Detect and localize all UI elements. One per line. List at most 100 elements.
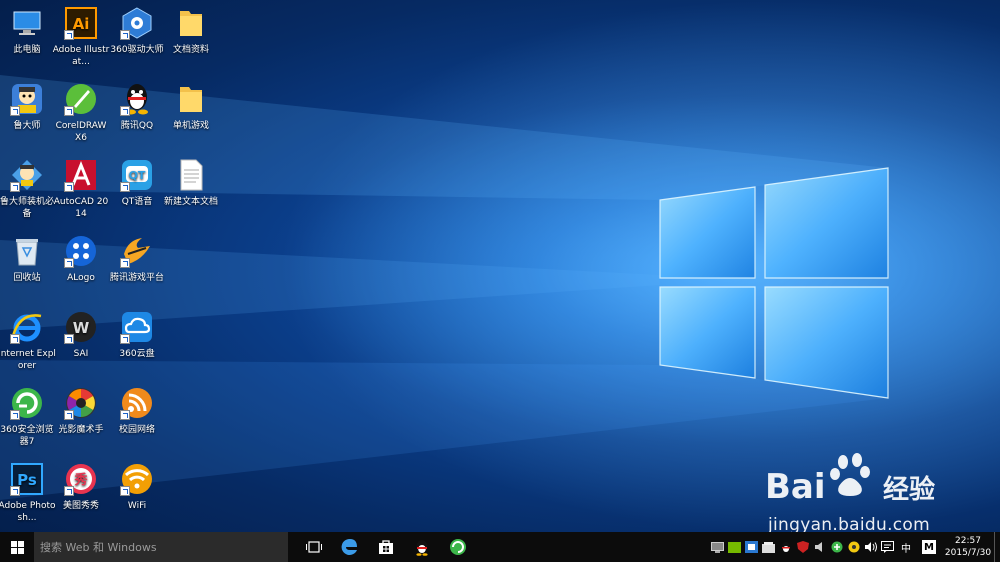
svg-text:QT: QT [129, 169, 146, 182]
desktop-icon[interactable]: CorelDRAW X6 [54, 76, 108, 146]
cloud-tray-icon[interactable] [761, 540, 776, 554]
desktop-icon[interactable]: QT QT语音 [110, 152, 164, 222]
clock[interactable]: 22:57 2015/7/30 [942, 535, 994, 559]
desktop-icon[interactable]: Ps Adobe Photosh... [0, 456, 56, 526]
driver-tray-icon[interactable] [846, 540, 861, 554]
360-browser-taskbar-button[interactable] [440, 532, 476, 562]
desktop-icon-label: 回收站 [13, 273, 41, 283]
svg-text:Ai: Ai [73, 15, 90, 33]
desktop-icon[interactable]: 腾讯QQ [110, 76, 164, 146]
qq-tray-icon[interactable] [778, 540, 793, 554]
task-view-button[interactable] [296, 532, 332, 562]
computer-icon [10, 6, 44, 40]
meitu-icon: 秀 [64, 462, 98, 496]
wifi-icon [120, 462, 154, 496]
desktop-icon[interactable]: 鲁大师 [0, 76, 54, 146]
desktop-icon[interactable]: 校园网络 [110, 380, 164, 450]
desktop-icon-label: 360安全浏览器7 [0, 425, 54, 447]
desktop-icon-label: 此电脑 [13, 45, 41, 55]
desktop-icon-label: 单机游戏 [172, 121, 209, 131]
sai-icon: W [64, 310, 98, 344]
desktop-icon[interactable]: 360安全浏览器7 [0, 380, 54, 450]
shortcut-arrow-icon [10, 182, 20, 192]
ie-icon [10, 310, 44, 344]
windows-logo-icon [10, 540, 24, 554]
edge-button[interactable] [332, 532, 368, 562]
svg-text:Bai: Bai [765, 467, 826, 507]
nvidia-tray-icon[interactable] [727, 540, 742, 554]
desktop-icon-label: Adobe Photosh... [0, 501, 56, 523]
ime-mode-box[interactable]: M [922, 540, 936, 554]
shortcut-arrow-icon [120, 258, 130, 268]
show-desktop-button[interactable] [994, 532, 1000, 562]
search-box[interactable]: 搜索 Web 和 Windows [34, 532, 288, 562]
start-button[interactable] [0, 532, 34, 562]
shortcut-arrow-icon [64, 334, 74, 344]
desktop-icon-label: Internet Explorer [0, 349, 56, 371]
edge-icon [341, 538, 357, 555]
desktop-icon[interactable]: 光影魔术手 [54, 380, 108, 450]
desktop-icon[interactable]: Internet Explorer [0, 304, 56, 374]
store-button[interactable] [368, 532, 404, 562]
coreldraw-icon [64, 82, 98, 116]
desktop-icon[interactable]: 此电脑 [0, 0, 54, 70]
shortcut-arrow-icon [64, 182, 74, 192]
action-center-icon[interactable] [880, 540, 895, 554]
desktop-icon[interactable]: W SAI [54, 304, 108, 374]
shortcut-arrow-icon [64, 258, 74, 268]
desktop-icon-label: 鲁大师 [13, 121, 41, 131]
svg-text:经验: 经验 [883, 474, 935, 505]
desktop-icon-label: 美图秀秀 [62, 501, 99, 511]
desktop-icon[interactable]: WiFi [110, 456, 164, 526]
qt-icon: QT [120, 158, 154, 192]
shortcut-arrow-icon [64, 106, 74, 116]
desktop-icon[interactable]: Ai Adobe Illustrat... [52, 0, 110, 70]
shortcut-arrow-icon [10, 486, 20, 496]
desktop-icon-label: 腾讯游戏平台 [109, 273, 164, 283]
desktop-icon-label: Adobe Illustrat... [52, 45, 110, 67]
desktop-icon-label: CorelDRAW X6 [55, 121, 107, 143]
desktop-icon[interactable]: 新建文本文档 [164, 152, 218, 222]
desktop-icon-label: 校园网络 [118, 425, 155, 435]
desktop-icon[interactable]: 文档资料 [164, 0, 218, 70]
desktop-icon-label: 腾讯QQ [120, 121, 154, 131]
ludashi-icon [10, 82, 44, 116]
task-view-icon [306, 541, 322, 553]
driver-icon [120, 6, 154, 40]
desktop-icon[interactable]: 360云盘 [110, 304, 164, 374]
svg-text:W: W [73, 319, 90, 337]
security-tray-icon[interactable] [795, 540, 810, 554]
ime-language[interactable]: 中 [901, 540, 911, 555]
360-browser-icon [450, 539, 466, 555]
desktop-icon-label: ALogo [67, 273, 95, 283]
desktop-icon[interactable]: 腾讯游戏平台 [110, 228, 164, 298]
alogo-icon [64, 234, 98, 268]
folder-icon [174, 82, 208, 116]
monitor-tray-icon[interactable] [710, 540, 725, 554]
speaker-tray-icon[interactable] [812, 540, 827, 554]
desktop-icon[interactable]: ALogo [54, 228, 108, 298]
store-icon [379, 540, 393, 554]
desktop-icon[interactable]: 鲁大师装机必备 [0, 152, 54, 222]
network-share-tray-icon[interactable] [744, 540, 759, 554]
volume-icon[interactable] [863, 540, 878, 554]
nevercenter-icon [64, 386, 98, 420]
shortcut-arrow-icon [10, 334, 20, 344]
svg-text:Ps: Ps [17, 471, 37, 489]
desktop-icon-label: SAI [73, 349, 89, 359]
shortcut-arrow-icon [120, 410, 130, 420]
shortcut-arrow-icon [10, 106, 20, 116]
desktop-icon[interactable]: AutoCAD 2014 [54, 152, 108, 222]
shortcut-arrow-icon [64, 30, 74, 40]
qq-taskbar-button[interactable] [404, 532, 440, 562]
desktop-icon-label: QT语音 [121, 197, 153, 207]
desktop-icon[interactable]: 回收站 [0, 228, 54, 298]
qq-icon [120, 82, 154, 116]
desktop-icon-label: WiFi [127, 501, 147, 511]
desktop-icon[interactable]: 单机游戏 [164, 76, 218, 146]
shortcut-arrow-icon [64, 486, 74, 496]
desktop-icon[interactable]: 秀美图秀秀 [54, 456, 108, 526]
360-tray-icon[interactable] [829, 540, 844, 554]
desktop-icon[interactable]: 360驱动大师 [110, 0, 164, 70]
search-placeholder: 搜索 Web 和 Windows [40, 541, 157, 554]
